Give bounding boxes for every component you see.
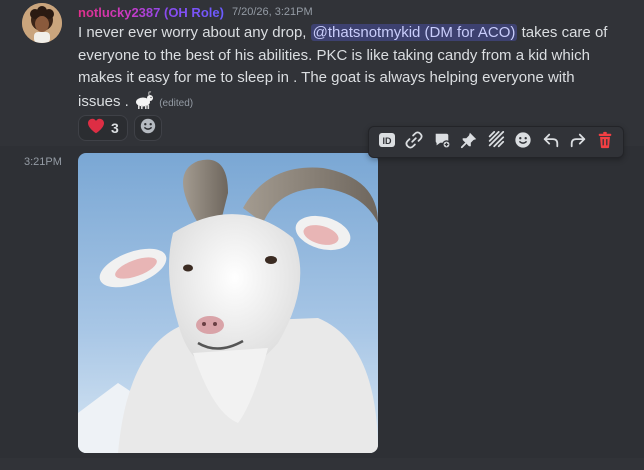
- delete-message-button[interactable]: [593, 130, 617, 154]
- avatar[interactable]: [22, 3, 62, 43]
- username[interactable]: notlucky2387 (OH Role): [78, 5, 224, 20]
- message-actions-toolbar: ID: [368, 126, 624, 158]
- user-mention[interactable]: @thatsnotmykid (DM for ACO): [310, 24, 518, 41]
- heart-icon: [87, 118, 105, 139]
- thread-icon: [433, 131, 451, 154]
- reactions-bar: 3: [78, 115, 162, 141]
- goat-emoji-icon: [133, 90, 155, 110]
- pin-icon: [460, 131, 478, 154]
- svg-text:ID: ID: [383, 136, 393, 146]
- edited-label: (edited): [159, 97, 194, 109]
- reaction-heart[interactable]: 3: [78, 115, 128, 141]
- pin-message-button[interactable]: [457, 130, 481, 154]
- image-attachment[interactable]: [78, 153, 378, 453]
- copy-link-button[interactable]: [402, 130, 426, 154]
- forward-button[interactable]: [566, 130, 590, 154]
- message-text-part-1: I never ever worry about any drop,: [78, 24, 311, 41]
- add-reaction-icon: [139, 117, 157, 140]
- message-content: I never ever worry about any drop, @that…: [78, 22, 618, 115]
- attachment-timestamp: 3:21PM: [24, 156, 62, 168]
- add-reaction-toolbar-button[interactable]: [511, 130, 535, 154]
- message-header: notlucky2387 (OH Role) 7/20/26, 3:21PM: [78, 3, 313, 21]
- message: notlucky2387 (OH Role) 7/20/26, 3:21PM I…: [0, 0, 644, 146]
- id-icon: ID: [378, 131, 396, 154]
- emoji-icon: [514, 131, 532, 154]
- mark-unread-icon: [487, 130, 505, 154]
- delete-icon: [596, 131, 614, 154]
- create-thread-button[interactable]: [430, 130, 454, 154]
- reaction-count: 3: [111, 120, 119, 136]
- mark-unread-button[interactable]: [484, 130, 508, 154]
- copy-id-button[interactable]: ID: [375, 130, 399, 154]
- reply-button[interactable]: [539, 130, 563, 154]
- add-reaction-button[interactable]: [133, 115, 162, 141]
- message-timestamp: 7/20/26, 3:21PM: [231, 6, 313, 18]
- reply-icon: [542, 131, 560, 154]
- chat-bottom-edge: [0, 458, 644, 470]
- link-icon: [405, 130, 423, 154]
- forward-icon: [569, 131, 587, 154]
- attachment-message: 3:21PM: [0, 146, 644, 470]
